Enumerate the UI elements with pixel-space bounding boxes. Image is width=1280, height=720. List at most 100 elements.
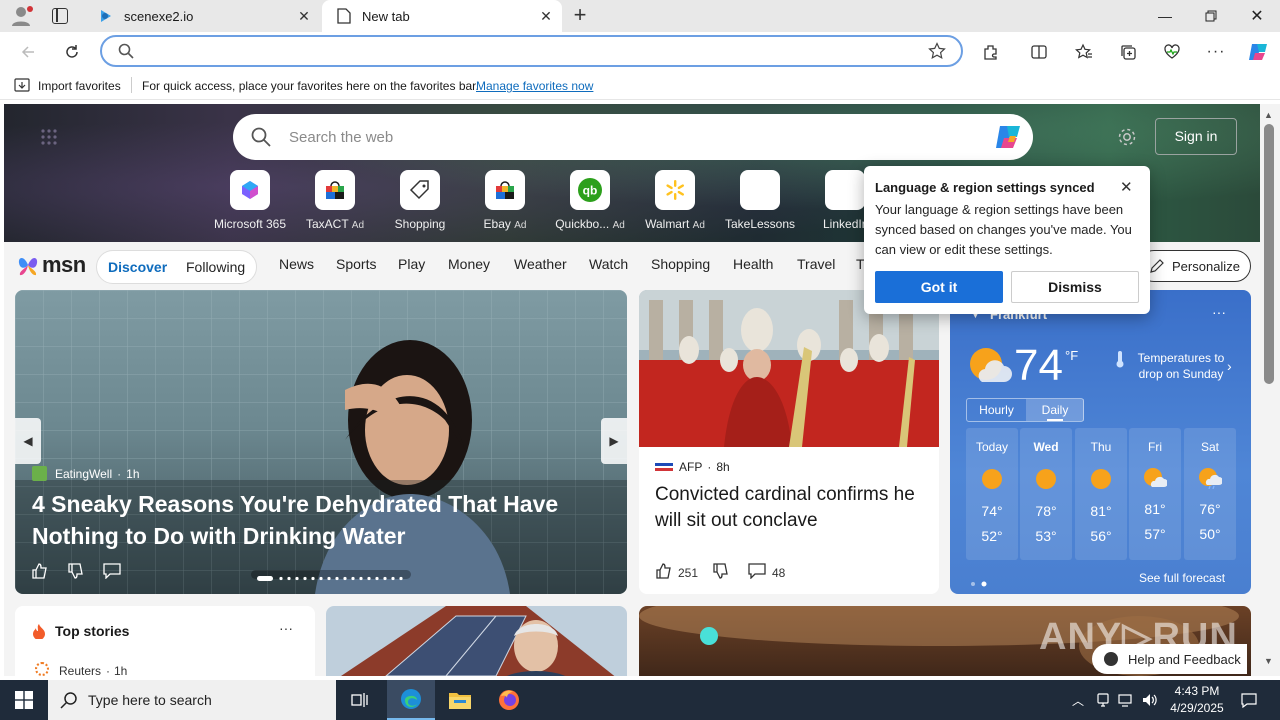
tab-daily[interactable]: Daily xyxy=(1026,399,1084,421)
taskbar-search-box[interactable]: Type here to search xyxy=(48,680,336,720)
restore-button[interactable] xyxy=(1188,0,1234,32)
network-device-icon[interactable] xyxy=(1092,680,1114,720)
forecast-day-wed[interactable]: Wed 78° 53° xyxy=(1020,428,1072,560)
solar-story-card[interactable] xyxy=(326,606,627,676)
msn-logo[interactable]: msn xyxy=(16,252,86,278)
network-icon[interactable] xyxy=(1115,680,1137,720)
page-dots[interactable] xyxy=(970,574,990,592)
hero-story-card[interactable]: ◀ ▶ EatingWell · 1h 4 Sneaky Reasons You… xyxy=(15,290,627,594)
see-full-forecast-link[interactable]: See full forecast xyxy=(1139,571,1225,585)
notification-icon[interactable] xyxy=(1234,680,1264,720)
nav-link-weather[interactable]: Weather xyxy=(514,256,567,272)
shortcut-quickbooks[interactable]: qb Quickbo... Ad xyxy=(550,170,630,231)
scroll-thumb[interactable] xyxy=(1264,124,1274,384)
got-it-button[interactable]: Got it xyxy=(875,271,1003,303)
task-view-icon[interactable] xyxy=(336,680,384,720)
web-search-box[interactable]: Search the web xyxy=(233,114,1033,160)
favorite-star-icon[interactable] xyxy=(928,42,946,65)
tab-actions-icon[interactable] xyxy=(52,8,68,24)
story-source-name[interactable]: Reuters xyxy=(59,664,101,676)
side-headline[interactable]: Convicted cardinal confirms he will sit … xyxy=(655,482,925,534)
taskbar-edge-icon[interactable] xyxy=(387,680,435,720)
tab-following[interactable]: Following xyxy=(186,259,245,275)
minimize-button[interactable]: — xyxy=(1142,0,1188,32)
dismiss-button[interactable]: Dismiss xyxy=(1011,271,1139,303)
forecast-day-today[interactable]: Today 74° 52° xyxy=(966,428,1018,560)
close-tab-icon[interactable]: ✕ xyxy=(292,4,316,28)
new-tab-button[interactable]: + xyxy=(568,4,592,28)
scroll-up-arrow-icon[interactable]: ▲ xyxy=(1264,110,1273,120)
scroll-down-arrow-icon[interactable]: ▼ xyxy=(1264,656,1273,666)
weather-card[interactable]: ▼ Frankfurt ··· 74 °F Temperatures to dr… xyxy=(950,290,1251,594)
back-arrow-icon[interactable] xyxy=(12,36,44,68)
extensions-icon[interactable] xyxy=(975,36,1007,68)
help-feedback-button[interactable]: Help and Feedback xyxy=(1092,644,1247,674)
like-icon[interactable] xyxy=(655,562,673,585)
address-bar[interactable] xyxy=(100,35,963,67)
copilot-icon[interactable] xyxy=(993,122,1023,157)
nav-link-play[interactable]: Play xyxy=(398,256,425,272)
import-favorites-button[interactable]: Import favorites xyxy=(38,79,121,93)
forecast-day-thu[interactable]: Thu 81° 56° xyxy=(1075,428,1127,560)
tab-discover[interactable]: Discover xyxy=(108,259,167,275)
manage-favorites-link[interactable]: Manage favorites now xyxy=(476,79,593,93)
settings-gear-icon[interactable] xyxy=(1116,126,1138,153)
weather-note[interactable]: Temperatures to drop on Sunday xyxy=(1126,350,1236,382)
top-stories-more-icon[interactable]: ··· xyxy=(279,620,293,636)
page-scrollbar[interactable]: ▲ ▼ xyxy=(1260,104,1280,676)
nav-link-travel[interactable]: Travel xyxy=(797,256,835,272)
start-button[interactable] xyxy=(0,680,48,720)
taskbar-clock[interactable]: 4:43 PM 4/29/2025 xyxy=(1163,683,1231,717)
chevron-right-icon[interactable]: › xyxy=(1227,358,1232,374)
profile-icon[interactable] xyxy=(10,5,34,27)
story-source[interactable]: AFP · 8h xyxy=(655,460,730,474)
third-story-card[interactable]: ANY▷RUN Help and Feedback xyxy=(639,606,1251,676)
like-icon[interactable] xyxy=(31,562,49,585)
side-story-card[interactable]: AFP · 8h Convicted cardinal confirms he … xyxy=(639,290,939,594)
temp-unit[interactable]: °F xyxy=(1065,348,1078,363)
sign-in-button[interactable]: Sign in xyxy=(1155,118,1237,155)
taskbar-firefox-icon[interactable] xyxy=(485,680,533,720)
nav-link-health[interactable]: Health xyxy=(733,256,773,272)
shortcut-ebay[interactable]: Ebay Ad xyxy=(465,170,545,231)
close-tab-icon[interactable]: ✕ xyxy=(534,4,558,28)
shortcut-walmart[interactable]: Walmart Ad xyxy=(635,170,715,231)
carousel-next-button[interactable]: ▶ xyxy=(601,418,627,464)
story-source[interactable]: EatingWell · 1h xyxy=(32,466,140,481)
shortcut-shopping[interactable]: Shopping xyxy=(380,170,460,231)
app-launcher-icon[interactable] xyxy=(40,128,58,151)
split-screen-icon[interactable] xyxy=(1023,36,1055,68)
performance-heart-icon[interactable] xyxy=(1156,36,1188,68)
shortcut-microsoft-365[interactable]: Microsoft 365 xyxy=(210,170,290,231)
nav-link-watch[interactable]: Watch xyxy=(589,256,628,272)
copilot-icon[interactable] xyxy=(1242,36,1274,68)
nav-link-shopping[interactable]: Shopping xyxy=(651,256,710,272)
more-options-icon[interactable]: ··· xyxy=(1200,36,1232,68)
forecast-day-fri[interactable]: Fri 81° 57° xyxy=(1129,428,1181,560)
shortcut-linkedin[interactable]: LinkedIn xyxy=(805,170,865,231)
show-hidden-icons-chevron-icon[interactable]: ︿ xyxy=(1066,680,1090,720)
tab-new-tab[interactable]: New tab ✕ xyxy=(322,0,562,32)
personalize-button[interactable]: Personalize xyxy=(1138,250,1251,282)
volume-icon[interactable] xyxy=(1139,680,1161,720)
nav-link-sports[interactable]: Sports xyxy=(336,256,376,272)
import-favorites-icon[interactable] xyxy=(14,78,30,95)
close-window-button[interactable]: ✕ xyxy=(1234,0,1280,32)
forecast-day-sat[interactable]: Sat 76° 50° xyxy=(1184,428,1236,560)
comment-icon[interactable] xyxy=(103,563,121,584)
favorites-icon[interactable] xyxy=(1068,36,1100,68)
dislike-icon[interactable] xyxy=(712,562,730,585)
taskbar-file-explorer-icon[interactable] xyxy=(436,680,484,720)
dislike-icon[interactable] xyxy=(67,562,85,585)
comment-icon[interactable] xyxy=(748,563,766,584)
weather-more-icon[interactable]: ··· xyxy=(1212,304,1226,320)
hero-headline[interactable]: 4 Sneaky Reasons You're Dehydrated That … xyxy=(32,488,607,552)
shortcut-taxact[interactable]: TaxACT Ad xyxy=(295,170,375,231)
popup-close-icon[interactable]: ✕ xyxy=(1120,178,1133,196)
tab-scenexe[interactable]: scenexe2.io ✕ xyxy=(84,0,320,32)
nav-link-news[interactable]: News xyxy=(279,256,314,272)
nav-link-money[interactable]: Money xyxy=(448,256,490,272)
top-stories-title[interactable]: Top stories xyxy=(55,623,129,639)
shortcut-takelessons[interactable]: TakeLessons xyxy=(720,170,800,231)
tab-hourly[interactable]: Hourly xyxy=(967,399,1026,421)
